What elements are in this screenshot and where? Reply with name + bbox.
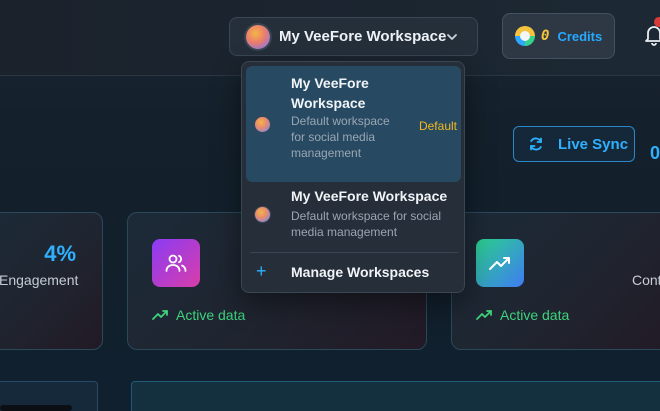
active-data-label: Active data (500, 307, 570, 323)
workspace-selector-title: My VeeFore Workspace (279, 28, 447, 45)
workspace-option-description: Default workspace for social media manag… (291, 209, 442, 239)
plus-icon: + (256, 261, 267, 281)
trending-up-icon (476, 310, 492, 320)
credits-button[interactable]: 0 Credits (502, 13, 615, 59)
notification-badge (654, 17, 660, 27)
notification-bell-icon[interactable] (644, 24, 660, 46)
edge-value: 0 (650, 143, 660, 163)
default-badge: Default (418, 119, 457, 133)
chevron-down-icon (447, 34, 457, 40)
active-data-status: Active data (152, 307, 245, 323)
dropdown-divider (250, 252, 458, 253)
manage-workspaces-button[interactable]: + Manage Workspaces (246, 258, 461, 288)
workspace-option[interactable]: My VeeFore Workspace Default workspace f… (246, 66, 461, 182)
trending-up-icon (152, 310, 168, 320)
active-data-status: Active data (476, 307, 569, 323)
bottom-strip (0, 405, 72, 411)
stat-card-growth: Cont Active data (451, 212, 660, 350)
users-icon (152, 239, 200, 287)
stat-label: Engagement (0, 272, 79, 288)
credits-label: Credits (557, 28, 603, 44)
workspace-selector[interactable]: My VeeFore Workspace (229, 17, 478, 56)
live-sync-label: Live Sync (558, 135, 629, 153)
active-data-label: Active data (176, 307, 246, 323)
manage-workspaces-label: Manage Workspaces (291, 264, 430, 280)
refresh-icon (530, 137, 542, 151)
trending-up-icon (476, 239, 524, 287)
credits-icon (515, 26, 535, 46)
workspace-option-name: My VeeFore Workspace (291, 75, 369, 111)
workspace-option-description: Default workspace for social media manag… (291, 114, 390, 160)
credits-value: 0 (541, 28, 550, 44)
workspace-option[interactable]: My VeeFore Workspace Default workspace f… (246, 186, 461, 242)
stat-label: Cont (632, 272, 660, 288)
live-sync-button[interactable]: Live Sync (513, 126, 635, 162)
bottom-panel-main (131, 381, 660, 411)
workspace-avatar (255, 207, 270, 222)
workspace-dropdown: My VeeFore Workspace Default workspace f… (241, 61, 465, 293)
workspace-avatar (255, 117, 270, 132)
workspace-option-name: My VeeFore Workspace (291, 188, 448, 204)
stat-value: 4% (44, 241, 76, 266)
workspace-avatar (246, 24, 270, 49)
stat-card-engagement: 4% Engagement (0, 212, 103, 350)
